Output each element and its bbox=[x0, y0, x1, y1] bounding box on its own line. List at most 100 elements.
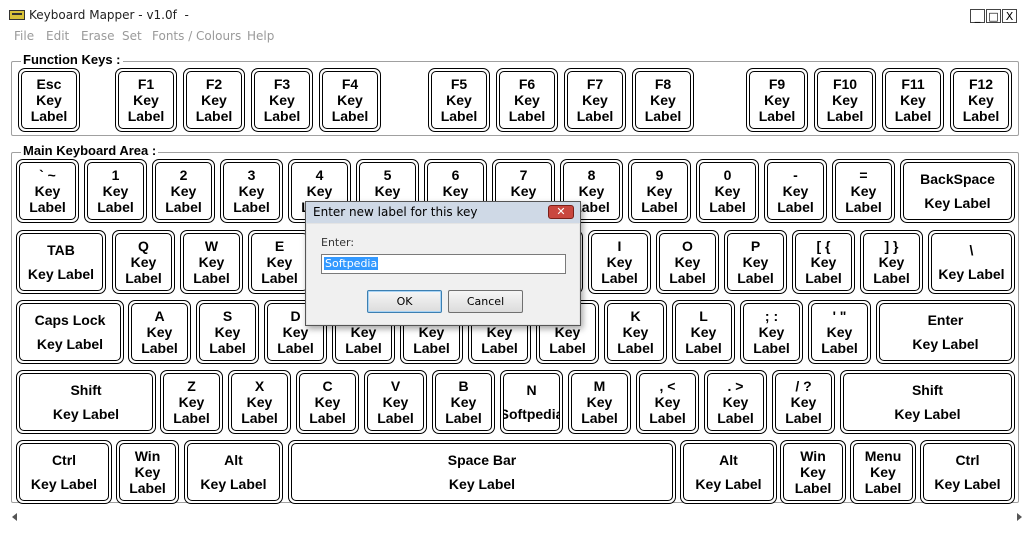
key-ctrl[interactable]: Ctrl Key Label bbox=[16, 440, 112, 504]
key-f4[interactable]: F4 Key Label bbox=[319, 68, 381, 132]
key-label-text: Key bbox=[134, 464, 161, 480]
dialog-close-button[interactable]: ✕ bbox=[548, 205, 574, 219]
key-symbol[interactable]: ; : Key Label bbox=[740, 300, 803, 364]
key-0[interactable]: 0 Key Label bbox=[696, 159, 759, 223]
key-shift[interactable]: Shift Key Label bbox=[840, 370, 1015, 434]
key-ctrl[interactable]: Ctrl Key Label bbox=[920, 440, 1015, 504]
key-face: , < Key Label bbox=[639, 373, 696, 431]
key-label-text: Key bbox=[446, 92, 472, 108]
key-caps-lock[interactable]: Caps Lock Key Label bbox=[16, 300, 124, 364]
key-f12[interactable]: F12 Key Label bbox=[950, 68, 1012, 132]
scroll-right-icon[interactable] bbox=[1017, 513, 1022, 521]
menu-set[interactable]: Set bbox=[122, 29, 142, 43]
key-alt[interactable]: Alt Key Label bbox=[184, 440, 283, 504]
key-l[interactable]: L Key Label bbox=[672, 300, 735, 364]
key-face: F10 Key Label bbox=[817, 71, 873, 129]
cancel-button[interactable]: Cancel bbox=[448, 290, 523, 313]
key-shift[interactable]: Shift Key Label bbox=[16, 370, 156, 434]
key-win[interactable]: Win Key Label bbox=[116, 440, 179, 504]
key-q[interactable]: Q Key Label bbox=[112, 230, 175, 294]
key-label-text: Key bbox=[900, 92, 926, 108]
key-face: Win Key Label bbox=[783, 443, 843, 501]
key-esc[interactable]: Esc Key Label bbox=[18, 68, 80, 132]
key-name: [ { bbox=[816, 238, 831, 254]
key-p[interactable]: P Key Label bbox=[724, 230, 787, 294]
key-space-bar[interactable]: Space Bar Key Label bbox=[288, 440, 676, 504]
key-f9[interactable]: F9 Key Label bbox=[746, 68, 808, 132]
key-symbol[interactable]: , < Key Label bbox=[636, 370, 699, 434]
key-f11[interactable]: F11 Key Label bbox=[882, 68, 944, 132]
key-label-text: Label bbox=[962, 108, 1000, 124]
key-z[interactable]: Z Key Label bbox=[160, 370, 223, 434]
key-symbol[interactable]: \ Key Label bbox=[928, 230, 1015, 294]
key-symbol[interactable]: - Key Label bbox=[764, 159, 827, 223]
key-b[interactable]: B Key Label bbox=[432, 370, 495, 434]
key-label-text: Key bbox=[337, 92, 363, 108]
key-c[interactable]: C Key Label bbox=[296, 370, 359, 434]
key-e[interactable]: E Key Label bbox=[248, 230, 311, 294]
maximize-button[interactable]: □ bbox=[986, 9, 1001, 23]
key-label-text: Label bbox=[864, 480, 902, 496]
key-name: Alt bbox=[224, 452, 243, 468]
key-enter[interactable]: Enter Key Label bbox=[876, 300, 1015, 364]
key-face: Menu Key Label bbox=[853, 443, 913, 501]
close-button[interactable]: X bbox=[1002, 9, 1017, 23]
key-v[interactable]: V Key Label bbox=[364, 370, 427, 434]
key-f7[interactable]: F7 Key Label bbox=[564, 68, 626, 132]
menu-edit[interactable]: Edit bbox=[46, 29, 69, 43]
key-m[interactable]: M Key Label bbox=[568, 370, 631, 434]
key-symbol[interactable]: = Key Label bbox=[832, 159, 895, 223]
key-label-text: Label bbox=[669, 270, 706, 286]
key-f5[interactable]: F5 Key Label bbox=[428, 68, 490, 132]
key-f6[interactable]: F6 Key Label bbox=[496, 68, 558, 132]
key-n[interactable]: N Softpedia bbox=[500, 370, 563, 434]
key-s[interactable]: S Key Label bbox=[196, 300, 259, 364]
menu-help[interactable]: Help bbox=[247, 29, 274, 43]
key-label-text: Key bbox=[442, 183, 469, 199]
key-symbol[interactable]: [ {Key Label bbox=[792, 230, 855, 294]
key-1[interactable]: 1 Key Label bbox=[84, 159, 147, 223]
key-menu[interactable]: Menu Key Label bbox=[850, 440, 916, 504]
key-label-text: Label bbox=[617, 340, 654, 356]
key-w[interactable]: W Key Label bbox=[180, 230, 243, 294]
menu-erase[interactable]: Erase bbox=[81, 29, 115, 43]
key-label-text: Key Label bbox=[695, 476, 762, 492]
key-symbol[interactable]: ' " Key Label bbox=[808, 300, 871, 364]
menu-fonts-colours[interactable]: Fonts / Colours bbox=[152, 29, 241, 43]
key-a[interactable]: A Key Label bbox=[128, 300, 191, 364]
key-9[interactable]: 9 Key Label bbox=[628, 159, 691, 223]
key-face: ' " Key Label bbox=[811, 303, 868, 361]
key-face: Caps Lock Key Label bbox=[19, 303, 121, 361]
key-f2[interactable]: F2 Key Label bbox=[183, 68, 245, 132]
horizontal-scrollbar[interactable] bbox=[10, 510, 1024, 525]
key-name: F7 bbox=[586, 76, 604, 92]
key-3[interactable]: 3 Key Label bbox=[220, 159, 283, 223]
minimize-button[interactable]: _ bbox=[970, 9, 985, 23]
key-label-text: Label bbox=[440, 108, 478, 124]
key-tab[interactable]: TAB Key Label bbox=[16, 230, 106, 294]
key-backspace[interactable]: BackSpace Key Label bbox=[900, 159, 1015, 223]
key-name: P bbox=[750, 238, 761, 254]
key-symbol[interactable]: ] } Key Label bbox=[860, 230, 923, 294]
key-label-text: Key bbox=[269, 92, 295, 108]
key-i[interactable]: I Key Label bbox=[588, 230, 651, 294]
key-alt[interactable]: Alt Key Label bbox=[680, 440, 777, 504]
key-f1[interactable]: F1 Key Label bbox=[115, 68, 177, 132]
key-f8[interactable]: F8 Key Label bbox=[632, 68, 694, 132]
key-symbol[interactable]: ` ~ Key Label bbox=[16, 159, 79, 223]
ok-button[interactable]: OK bbox=[367, 290, 442, 313]
key-name: BackSpace bbox=[920, 171, 995, 187]
menu-file[interactable]: File bbox=[14, 29, 34, 43]
key-2[interactable]: 2 Key Label bbox=[152, 159, 215, 223]
key-symbol[interactable]: . > Key Label bbox=[704, 370, 767, 434]
key-f10[interactable]: F10 Key Label bbox=[814, 68, 876, 132]
key-o[interactable]: O Key Label bbox=[656, 230, 719, 294]
label-input[interactable]: Softpedia bbox=[321, 254, 566, 274]
key-name: , < bbox=[659, 378, 676, 394]
key-symbol[interactable]: / ? Key Label bbox=[772, 370, 835, 434]
key-win[interactable]: Win Key Label bbox=[780, 440, 846, 504]
key-x[interactable]: X Key Label bbox=[228, 370, 291, 434]
key-k[interactable]: K Key Label bbox=[604, 300, 667, 364]
key-f3[interactable]: F3 Key Label bbox=[251, 68, 313, 132]
scroll-left-icon[interactable] bbox=[12, 513, 17, 521]
